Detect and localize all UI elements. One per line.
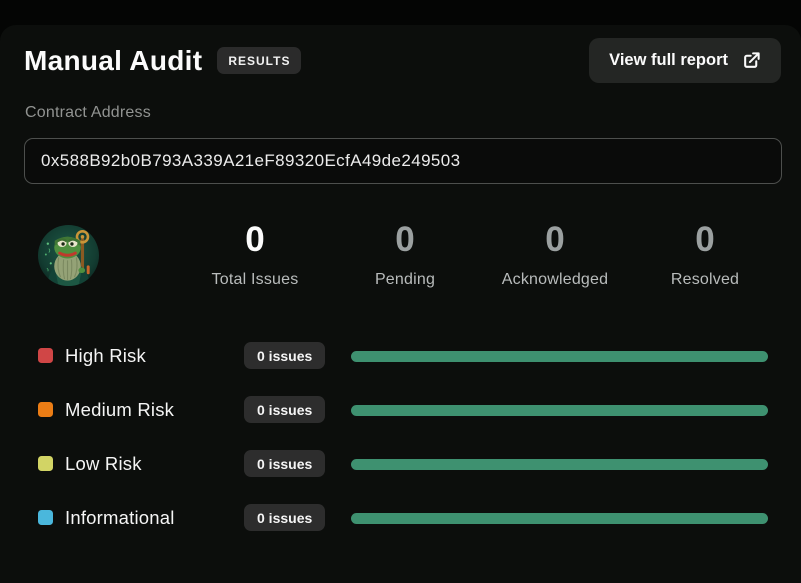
stat-total-issues-value: 0 — [245, 220, 265, 259]
informational-label: Informational — [65, 507, 175, 528]
informational-swatch — [38, 510, 53, 525]
medium-risk-progress-bar — [351, 405, 768, 416]
high-risk-count-badge: 0 issues — [244, 342, 326, 369]
low-risk-swatch — [38, 456, 53, 471]
medium-risk-swatch — [38, 402, 53, 417]
informational-count-badge: 0 issues — [244, 504, 326, 531]
header: Manual Audit RESULTS View full report — [24, 38, 781, 83]
informational-progress-bar — [351, 513, 768, 524]
low-risk-count-badge: 0 issues — [244, 450, 326, 477]
risk-row-informational: Informational 0 issues — [24, 491, 768, 545]
low-risk-progress-bar — [351, 459, 768, 470]
stat-acknowledged-label: Acknowledged — [501, 271, 609, 288]
issues-summary: 0 Total Issues 0 Pending 0 Acknowledged … — [180, 220, 780, 289]
contract-address-input[interactable] — [24, 138, 782, 184]
stat-resolved-label: Resolved — [670, 271, 740, 288]
low-risk-label: Low Risk — [65, 453, 142, 474]
medium-risk-progress-fill — [351, 405, 768, 416]
low-risk-progress-fill — [351, 459, 768, 470]
stat-acknowledged-value: 0 — [545, 220, 565, 259]
stat-total-issues-label: Total Issues — [211, 271, 299, 288]
page-title: Manual Audit — [24, 44, 203, 76]
contract-address-label: Contract Address — [25, 104, 151, 121]
stat-pending-label: Pending — [374, 271, 436, 288]
token-avatar — [37, 224, 100, 287]
stat-pending-value: 0 — [395, 220, 415, 259]
medium-risk-count-badge: 0 issues — [244, 396, 326, 423]
external-link-icon — [742, 51, 761, 70]
risk-row-high: High Risk 0 issues — [24, 329, 768, 383]
high-risk-progress-fill — [351, 351, 768, 362]
risk-row-low: Low Risk 0 issues — [24, 437, 768, 491]
view-full-report-label: View full report — [609, 51, 728, 69]
high-risk-swatch — [38, 348, 53, 363]
stat-acknowledged: 0 Acknowledged — [480, 220, 630, 289]
results-badge: RESULTS — [217, 47, 302, 74]
medium-risk-label: Medium Risk — [65, 399, 175, 420]
pepe-wizard-avatar-image — [37, 224, 100, 287]
stat-resolved-value: 0 — [695, 220, 715, 259]
high-risk-progress-bar — [351, 351, 768, 362]
risk-breakdown: High Risk 0 issues Medium Risk 0 issues … — [24, 329, 768, 545]
stat-pending: 0 Pending — [330, 220, 480, 289]
view-full-report-button[interactable]: View full report — [589, 38, 781, 83]
stat-total-issues: 0 Total Issues — [180, 220, 330, 289]
informational-progress-fill — [351, 513, 768, 524]
risk-row-medium: Medium Risk 0 issues — [24, 383, 768, 437]
high-risk-label: High Risk — [65, 345, 146, 366]
stat-resolved: 0 Resolved — [630, 220, 780, 289]
